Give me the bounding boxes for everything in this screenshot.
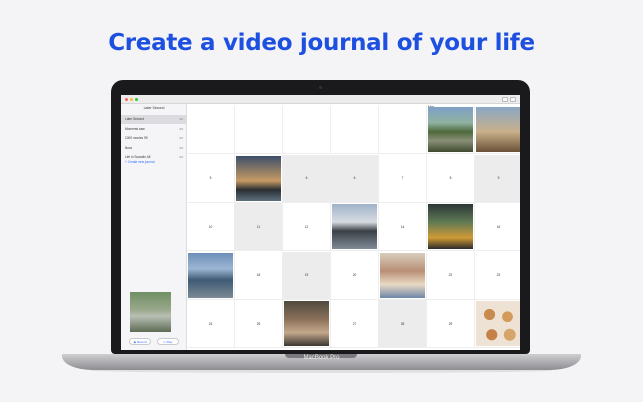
sidebar-item-label: Nora <box>125 145 132 150</box>
day-number: 20 <box>352 273 357 277</box>
play-button[interactable]: ▷ Play <box>157 338 179 345</box>
calendar-day[interactable] <box>379 106 427 154</box>
day-number: 22 <box>448 273 453 277</box>
video-thumbnail <box>332 204 377 249</box>
laptop-lid: Later Second Later Second ••• Moments saw •… <box>111 80 530 354</box>
video-thumbnail <box>476 107 520 152</box>
app-window: Later Second Later Second ••• Moments saw •… <box>121 95 520 350</box>
device-label: MacBook Pro <box>303 355 340 361</box>
day-number: 11 <box>256 224 261 229</box>
camera <box>319 86 322 89</box>
video-thumbnail <box>188 252 233 298</box>
calendar-day[interactable]: 12 <box>283 203 331 251</box>
day-number: 6 <box>305 176 308 180</box>
calendar-day[interactable]: 7 <box>379 154 427 203</box>
day-number: 24 <box>208 321 213 326</box>
day-number: 9 <box>497 176 500 180</box>
sidebar-item[interactable]: Nora ••• <box>121 144 187 153</box>
calendar-day[interactable]: 11 <box>235 203 283 251</box>
calendar-day[interactable]: 5 <box>187 154 235 203</box>
day-number: 10 <box>208 224 213 229</box>
minimize-window-button[interactable] <box>130 98 133 101</box>
calendar-day[interactable] <box>331 106 379 154</box>
day-number: 27 <box>352 321 357 326</box>
calendar-day[interactable]: 27 <box>331 300 379 348</box>
calendar-day-photo[interactable] <box>427 106 475 154</box>
record-button[interactable]: ◉ Record <box>129 338 151 345</box>
sidebar-item[interactable]: Moments saw ••• <box>121 125 187 134</box>
calendar-day[interactable]: 24 <box>187 300 235 348</box>
day-number: 16 <box>496 224 501 229</box>
calendar-day[interactable]: 6 <box>331 154 379 203</box>
headline: Create a video journal of your life <box>108 30 535 56</box>
calendar-day-photo[interactable] <box>235 154 283 203</box>
sidebar: Later Second Later Second ••• Moments saw •… <box>121 104 187 350</box>
sidebar-item-label: 1000 movies 99 <box>125 136 148 140</box>
title-bar <box>121 95 520 104</box>
calendar-day-photo[interactable] <box>379 251 427 300</box>
calendar-day-photo[interactable] <box>187 251 235 300</box>
sidebar-item-label: Life in Scandin 48 <box>125 155 151 159</box>
create-journal-link[interactable]: + Create new journal <box>125 160 155 164</box>
calendar-day[interactable]: 25 <box>235 300 283 348</box>
calendar-day-photo[interactable] <box>283 300 331 348</box>
more-icon[interactable]: ••• <box>179 144 183 153</box>
calendar-day[interactable] <box>187 106 235 154</box>
sidebar-item-label: Moments saw <box>125 126 145 131</box>
day-number: 8 <box>449 176 452 180</box>
calendar-day[interactable]: 8 <box>427 154 475 203</box>
more-icon[interactable]: ••• <box>179 115 183 124</box>
calendar-day[interactable]: 10 <box>187 203 235 251</box>
day-number: 6 <box>353 176 356 180</box>
video-thumbnail <box>428 107 473 152</box>
zoom-window-button[interactable] <box>135 98 138 101</box>
sidebar-item-label: Later Second <box>125 117 144 121</box>
sidebar-title: Later Second <box>143 106 165 110</box>
day-number: 14 <box>400 224 405 229</box>
calendar-day-photo[interactable] <box>475 106 520 154</box>
video-thumbnail <box>284 301 329 346</box>
day-number: 28 <box>400 321 405 326</box>
more-icon[interactable]: ••• <box>179 134 183 143</box>
calendar-grid: Mar 566789101112141618192022232425272829 <box>187 104 520 350</box>
calendar-day[interactable]: 28 <box>379 300 427 348</box>
day-number: 12 <box>304 224 309 229</box>
day-number: 25 <box>256 321 261 326</box>
day-number: 18 <box>256 273 261 277</box>
calendar-day[interactable]: 23 <box>475 252 520 300</box>
laptop-base: MacBook Pro <box>62 354 581 370</box>
calendar-day[interactable] <box>235 106 283 154</box>
sidebar-item[interactable]: 1000 movies 99 ••• <box>121 134 187 143</box>
day-number: 5 <box>209 176 212 180</box>
video-thumbnail <box>380 252 425 298</box>
day-number: 29 <box>448 321 453 326</box>
share-button[interactable] <box>502 97 508 102</box>
calendar-day[interactable]: 19 <box>283 251 331 300</box>
current-video-thumbnail[interactable] <box>130 292 171 332</box>
calendar-day[interactable]: 14 <box>379 203 427 251</box>
calendar-day-photo[interactable] <box>475 300 520 348</box>
day-number: 19 <box>304 273 309 277</box>
more-icon[interactable]: ••• <box>179 153 183 162</box>
day-number: 23 <box>496 273 501 277</box>
settings-button[interactable] <box>510 97 516 102</box>
more-icon[interactable]: ••• <box>179 125 183 134</box>
calendar-day[interactable]: 16 <box>475 203 520 251</box>
calendar-day-photo[interactable] <box>427 203 475 251</box>
day-number: 7 <box>401 176 404 180</box>
video-thumbnail <box>476 301 520 346</box>
calendar-day[interactable]: 20 <box>331 251 379 300</box>
calendar-day[interactable]: 29 <box>427 300 475 348</box>
calendar-day[interactable] <box>283 106 331 154</box>
video-thumbnail <box>236 155 281 201</box>
calendar-day-photo[interactable] <box>331 203 379 251</box>
calendar-day[interactable]: 6 <box>283 154 331 203</box>
calendar-day[interactable]: 22 <box>427 251 475 300</box>
close-window-button[interactable] <box>125 98 128 101</box>
video-thumbnail <box>428 204 473 249</box>
sidebar-item[interactable]: Later Second ••• <box>121 115 187 124</box>
calendar-day[interactable]: 9 <box>475 154 520 203</box>
calendar-day[interactable]: 18 <box>235 251 283 300</box>
